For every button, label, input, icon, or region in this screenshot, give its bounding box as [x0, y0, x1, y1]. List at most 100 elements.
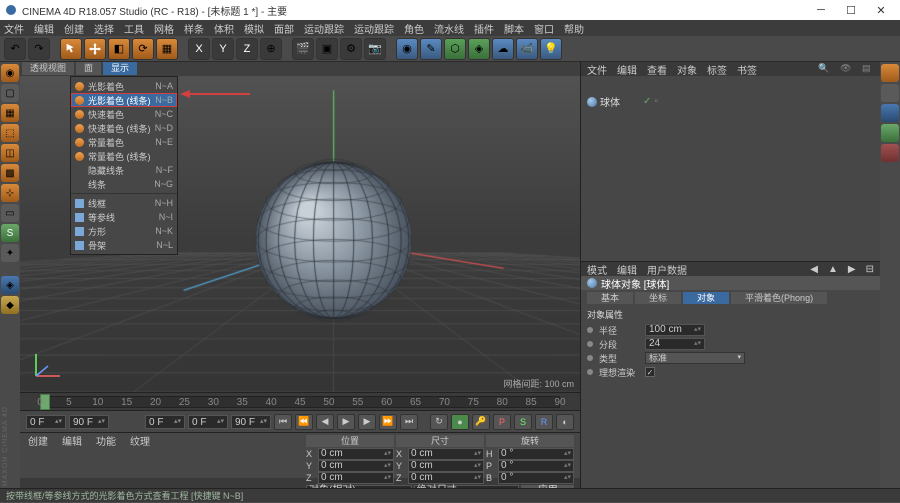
minimize-button[interactable]: ─: [806, 0, 836, 20]
object-name[interactable]: 球体: [600, 94, 620, 109]
frame-end-field[interactable]: 90 F▴▾: [69, 415, 109, 429]
layout-icon[interactable]: [881, 64, 899, 82]
rotate-tool[interactable]: ⟳: [132, 38, 154, 60]
attr-subtab-coord[interactable]: 坐标: [635, 292, 681, 304]
axis-mode-icon[interactable]: ⊹: [1, 184, 19, 202]
menu-select[interactable]: 选择: [94, 21, 114, 36]
workplane-icon[interactable]: ▭: [1, 204, 19, 222]
viewport-tab-face[interactable]: 面: [76, 62, 101, 75]
om-eye-icon[interactable]: 👁: [840, 63, 852, 75]
goto-end-button[interactable]: ⏭: [400, 414, 418, 430]
dd-constant-lines[interactable]: 常量着色 (线条): [71, 149, 177, 163]
scale-tool[interactable]: ◧: [108, 38, 130, 60]
autokey-button[interactable]: 🔑: [472, 414, 490, 430]
panel-icon-3[interactable]: [881, 124, 899, 142]
world-axis-button[interactable]: ⊕: [260, 38, 282, 60]
goto-start-button[interactable]: ⏮: [274, 414, 292, 430]
frame-preview-end[interactable]: 90 F▴▾: [231, 415, 271, 429]
attr-menu-icon[interactable]: ⊟: [866, 264, 874, 275]
om-tab-tags[interactable]: 标签: [707, 62, 727, 77]
attr-prev-icon[interactable]: ◀: [810, 264, 818, 275]
key-pla-button[interactable]: ◐: [556, 414, 574, 430]
record-button[interactable]: ●: [451, 414, 469, 430]
dd-constant[interactable]: 常量着色N~E: [71, 135, 177, 149]
object-manager[interactable]: 球体 ✓ ▫: [581, 76, 880, 262]
viewport-layer-icon[interactable]: ◆: [1, 296, 19, 314]
dd-wireframe[interactable]: 线框N~H: [71, 196, 177, 210]
key-r-button[interactable]: R: [535, 414, 553, 430]
om-tab-view[interactable]: 查看: [647, 62, 667, 77]
frame-cur-field[interactable]: 0 F▴▾: [145, 415, 185, 429]
om-search-icon[interactable]: 🔍: [818, 63, 830, 75]
close-button[interactable]: ✕: [866, 0, 896, 20]
viewport-solo-icon[interactable]: ◈: [1, 276, 19, 294]
dd-gouraud-lines[interactable]: 光影着色 (线条)N~B: [71, 93, 177, 107]
menu-simulate[interactable]: 模拟: [244, 21, 264, 36]
object-tree-item[interactable]: 球体 ✓ ▫: [587, 94, 658, 109]
menu-pipeline[interactable]: 流水线: [434, 21, 464, 36]
redo-button[interactable]: ↷: [28, 38, 50, 60]
menu-edit[interactable]: 编辑: [34, 21, 54, 36]
frame-preview-start[interactable]: 0 F▴▾: [188, 415, 228, 429]
edge-mode-icon[interactable]: ◫: [1, 144, 19, 162]
undo-button[interactable]: ↶: [4, 38, 26, 60]
menu-plugins[interactable]: 插件: [474, 21, 494, 36]
attr-subtab-basic[interactable]: 基本: [587, 292, 633, 304]
key-p-button[interactable]: P: [493, 414, 511, 430]
attr-next-icon[interactable]: ▶: [848, 264, 856, 275]
dd-hidden-line[interactable]: 隐藏线条N~F: [71, 163, 177, 177]
object-mode-icon[interactable]: ▢: [1, 84, 19, 102]
dd-skeleton[interactable]: 骨架N~L: [71, 238, 177, 252]
z-axis-button[interactable]: Z: [236, 38, 258, 60]
snap-icon[interactable]: S: [1, 224, 19, 242]
play-fwd-button[interactable]: ▶: [358, 414, 376, 430]
menu-help[interactable]: 帮助: [564, 21, 584, 36]
attr-subtab-phong[interactable]: 平滑着色(Phong): [731, 292, 827, 304]
deformer-button[interactable]: ◈: [468, 38, 490, 60]
om-filter-icon[interactable]: ▤: [862, 63, 874, 75]
prev-frame-button[interactable]: ◀: [316, 414, 334, 430]
spline-pen-button[interactable]: ✎: [420, 38, 442, 60]
frame-start-field[interactable]: 0 F▴▾: [26, 415, 66, 429]
next-frame-button[interactable]: ⏩: [379, 414, 397, 430]
environment-button[interactable]: ☁: [492, 38, 514, 60]
mat-tab-tex[interactable]: 纹理: [130, 433, 150, 448]
render-view-button[interactable]: 🎬: [292, 38, 314, 60]
step-back-button[interactable]: ⏪: [295, 414, 313, 430]
segments-input[interactable]: 24▴▾: [645, 338, 705, 350]
dd-lines[interactable]: 线条N~G: [71, 177, 177, 191]
om-tab-bookmarks[interactable]: 书签: [737, 62, 757, 77]
light-button[interactable]: 💡: [540, 38, 562, 60]
play-back-button[interactable]: ▶: [337, 414, 355, 430]
texture-mode-icon[interactable]: ▦: [1, 104, 19, 122]
dd-gouraud[interactable]: 光影着色N~A: [71, 79, 177, 93]
menu-spline[interactable]: 样条: [184, 21, 204, 36]
radius-input[interactable]: 100 cm▴▾: [645, 324, 705, 336]
render-pv-button[interactable]: 📷: [364, 38, 386, 60]
menu-char2[interactable]: 角色: [404, 21, 424, 36]
polygon-mode-icon[interactable]: ▩: [1, 164, 19, 182]
primitive-cube-button[interactable]: ◉: [396, 38, 418, 60]
generator-button[interactable]: ⬡: [444, 38, 466, 60]
attr-tab-user[interactable]: 用户数据: [647, 262, 687, 277]
dd-quick[interactable]: 快速着色N~C: [71, 107, 177, 121]
dd-isoparms[interactable]: 等参线N~I: [71, 210, 177, 224]
render-region-button[interactable]: ▣: [316, 38, 338, 60]
loop-button[interactable]: ↻: [430, 414, 448, 430]
panel-icon-2[interactable]: [881, 104, 899, 122]
key-s-button[interactable]: S: [514, 414, 532, 430]
attr-tab-mode[interactable]: 模式: [587, 262, 607, 277]
menu-mesh[interactable]: 网格: [154, 21, 174, 36]
mat-tab-create[interactable]: 创建: [28, 433, 48, 448]
viewport[interactable]: 透视视图 面 显示 光影着色N~A 光影着色 (线条)N~B 快速着色N~C 快…: [20, 62, 580, 392]
type-select[interactable]: 标准: [645, 352, 745, 364]
timeline[interactable]: 051015202530354045505560657075808590: [20, 392, 580, 410]
select-tool[interactable]: [60, 38, 82, 60]
lasttool-button[interactable]: ▦: [156, 38, 178, 60]
attr-up-icon[interactable]: ▲: [828, 264, 838, 275]
maximize-button[interactable]: ☐: [836, 0, 866, 20]
menu-window[interactable]: 窗口: [534, 21, 554, 36]
point-mode-icon[interactable]: ⬚: [1, 124, 19, 142]
render-settings-button[interactable]: ⚙: [340, 38, 362, 60]
dd-box[interactable]: 方形N~K: [71, 224, 177, 238]
